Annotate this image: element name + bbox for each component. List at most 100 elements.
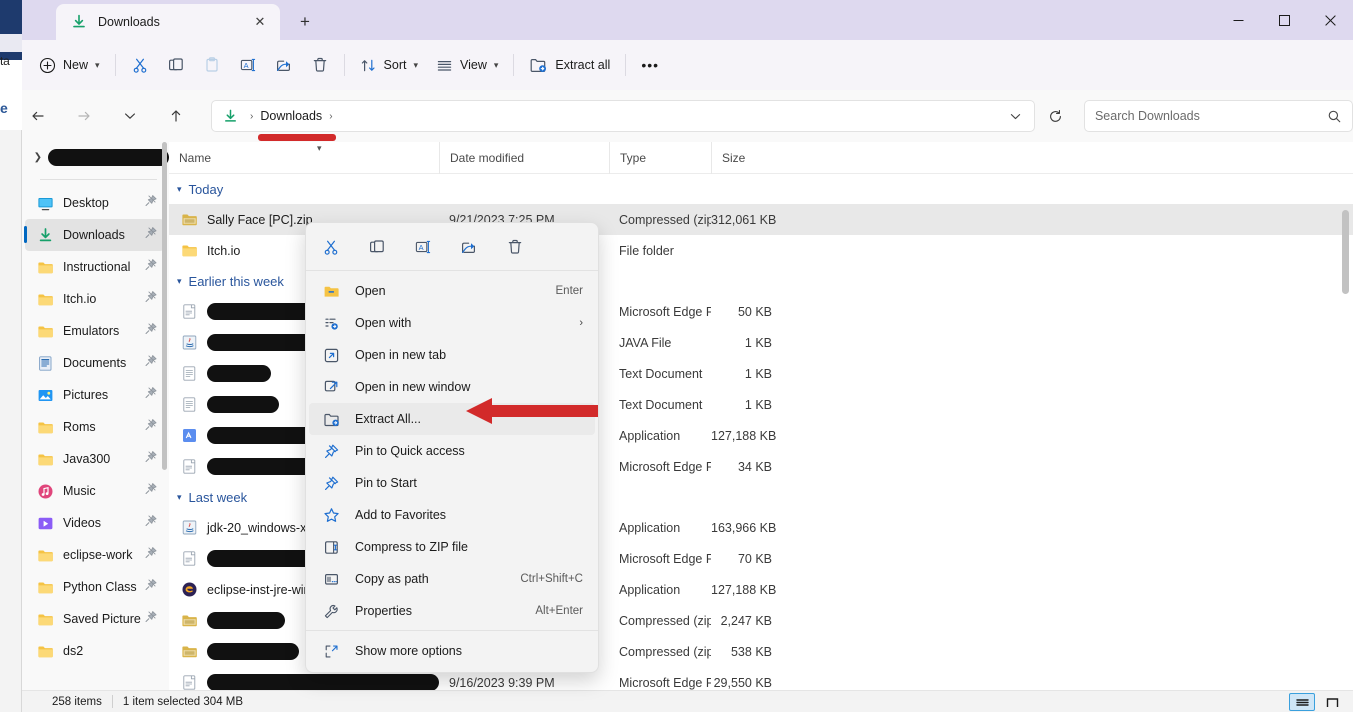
sidebar-item-videos[interactable]: Videos bbox=[25, 507, 164, 539]
cut-icon[interactable] bbox=[314, 232, 348, 262]
chevron-down-icon[interactable]: ▾ bbox=[177, 492, 182, 503]
context-menu-item-open-with[interactable]: Open with › bbox=[309, 307, 595, 339]
context-menu-item-open-in-new-window[interactable]: Open in new window bbox=[309, 371, 595, 403]
status-bar: 258 items 1 item selected 304 MB bbox=[22, 690, 1353, 712]
column-header-date-modified[interactable]: Date modified bbox=[439, 141, 609, 174]
sidebar-item-roms[interactable]: Roms bbox=[25, 411, 164, 443]
view-button[interactable]: View ▾ bbox=[427, 48, 507, 82]
search-box[interactable] bbox=[1083, 100, 1353, 132]
nav-scrollbar-track[interactable] bbox=[162, 142, 168, 690]
folder-icon bbox=[37, 291, 54, 308]
group-header[interactable]: ▾ Today bbox=[169, 174, 1353, 204]
pin-icon[interactable] bbox=[144, 290, 158, 308]
breadcrumb-separator: › bbox=[250, 110, 254, 122]
delete-icon[interactable] bbox=[498, 232, 532, 262]
sidebar-item-ds2[interactable]: ds2 bbox=[25, 635, 164, 667]
pin-icon[interactable] bbox=[144, 450, 158, 468]
pin-icon[interactable] bbox=[144, 418, 158, 436]
recent-locations-button[interactable] bbox=[114, 100, 146, 132]
list-scrollbar-track[interactable] bbox=[1342, 174, 1351, 690]
context-menu-item-copy-as-path[interactable]: Copy as path Ctrl+Shift+C bbox=[309, 563, 595, 595]
chevron-down-icon[interactable]: ▾ bbox=[177, 184, 182, 195]
sidebar-item-saved-picture[interactable]: Saved Picture bbox=[25, 603, 164, 635]
pin-icon[interactable] bbox=[144, 578, 158, 596]
sidebar-item-emulators[interactable]: Emulators bbox=[25, 315, 164, 347]
pin-icon[interactable] bbox=[144, 194, 158, 212]
maximize-button[interactable] bbox=[1261, 0, 1307, 40]
sidebar-item-music[interactable]: Music bbox=[25, 475, 164, 507]
context-menu-item-compress-to-zip-file[interactable]: Compress to ZIP file bbox=[309, 531, 595, 563]
copy-icon[interactable] bbox=[360, 232, 394, 262]
tab-downloads[interactable]: Downloads ✕ bbox=[56, 4, 280, 40]
minimize-button[interactable] bbox=[1215, 0, 1261, 40]
more-options-button[interactable]: ••• bbox=[632, 48, 668, 82]
pin-icon[interactable] bbox=[144, 354, 158, 372]
breadcrumb-separator-2[interactable]: › bbox=[322, 111, 339, 122]
list-scrollbar-thumb[interactable] bbox=[1342, 210, 1349, 294]
share-icon[interactable] bbox=[452, 232, 486, 262]
breadcrumb-dropdown-icon[interactable] bbox=[1000, 102, 1030, 130]
pin-icon[interactable] bbox=[144, 610, 158, 628]
search-input[interactable] bbox=[1094, 109, 1322, 123]
folder-icon bbox=[37, 579, 54, 596]
copy-button[interactable] bbox=[158, 48, 194, 82]
sidebar-item-eclipse-work[interactable]: eclipse-work bbox=[25, 539, 164, 571]
sidebar-item-downloads[interactable]: Downloads bbox=[24, 219, 164, 251]
back-button[interactable] bbox=[22, 100, 54, 132]
pin-icon[interactable] bbox=[144, 322, 158, 340]
context-menu-item-extract-all[interactable]: Extract All... bbox=[309, 403, 595, 435]
pin-icon[interactable] bbox=[144, 514, 158, 532]
pin-icon[interactable] bbox=[144, 386, 158, 404]
pin-icon[interactable] bbox=[144, 482, 158, 500]
sidebar-item-pictures[interactable]: Pictures bbox=[25, 379, 164, 411]
extract-all-button[interactable]: Extract all bbox=[520, 48, 619, 82]
refresh-button[interactable] bbox=[1041, 101, 1070, 131]
close-icon[interactable]: ✕ bbox=[248, 10, 272, 34]
new-button[interactable]: New ▾ bbox=[30, 48, 109, 82]
context-menu-item-pin-to-start[interactable]: Pin to Start bbox=[309, 467, 595, 499]
rename-icon[interactable]: A bbox=[406, 232, 440, 262]
rename-button[interactable]: A bbox=[230, 48, 266, 82]
sidebar-item-instructional[interactable]: Instructional bbox=[25, 251, 164, 283]
sidebar-item-python-class[interactable]: Python Class bbox=[25, 571, 164, 603]
context-menu-item-label: Open bbox=[355, 284, 386, 298]
column-header-size[interactable]: Size bbox=[711, 141, 786, 174]
context-menu-item-add-to-favorites[interactable]: Add to Favorites bbox=[309, 499, 595, 531]
context-menu-item-properties[interactable]: Properties Alt+Enter bbox=[309, 595, 595, 627]
up-button[interactable] bbox=[160, 100, 192, 132]
context-menu-item-pin-to-quick-access[interactable]: Pin to Quick access bbox=[309, 435, 595, 467]
new-tab-button[interactable]: + bbox=[292, 9, 318, 35]
share-icon bbox=[275, 56, 293, 74]
chevron-down-icon[interactable]: ▾ bbox=[177, 276, 182, 287]
show-more-options-item[interactable]: Show more options bbox=[309, 635, 595, 667]
context-menu-item-open-in-new-tab[interactable]: Open in new tab bbox=[309, 339, 595, 371]
context-menu-item-label: Open in new window bbox=[355, 380, 471, 394]
share-button[interactable] bbox=[266, 48, 302, 82]
breadcrumb[interactable]: › Downloads › bbox=[211, 100, 1036, 141]
chevron-right-icon[interactable]: ❯ bbox=[28, 152, 48, 163]
details-view-button[interactable] bbox=[1289, 693, 1315, 711]
context-menu-item-open[interactable]: Open Enter bbox=[309, 275, 595, 307]
paste-button[interactable] bbox=[194, 48, 230, 82]
nav-scrollbar-thumb[interactable] bbox=[162, 142, 167, 470]
sort-button[interactable]: Sort ▾ bbox=[351, 48, 427, 82]
nav-root-entry[interactable]: ❯ bbox=[22, 142, 169, 172]
zip-icon bbox=[181, 211, 198, 228]
delete-button[interactable] bbox=[302, 48, 338, 82]
column-header-type[interactable]: Type bbox=[609, 141, 711, 174]
sidebar-item-documents[interactable]: Documents bbox=[25, 347, 164, 379]
file-name-cell[interactable] bbox=[169, 674, 439, 691]
sidebar-item-desktop[interactable]: Desktop bbox=[25, 187, 164, 219]
java-icon bbox=[181, 519, 198, 536]
pin-icon[interactable] bbox=[144, 258, 158, 276]
window-close-button[interactable] bbox=[1307, 0, 1353, 40]
breadcrumb-item-downloads[interactable]: Downloads bbox=[260, 109, 322, 123]
sidebar-item-itch-io[interactable]: Itch.io bbox=[25, 283, 164, 315]
forward-button[interactable] bbox=[68, 100, 100, 132]
column-header-name[interactable]: Name ▾ bbox=[169, 142, 439, 174]
pin-icon[interactable] bbox=[144, 546, 158, 564]
pin-icon[interactable] bbox=[144, 226, 158, 244]
large-icons-view-button[interactable] bbox=[1319, 693, 1345, 711]
cut-button[interactable] bbox=[122, 48, 158, 82]
sidebar-item-java300[interactable]: Java300 bbox=[25, 443, 164, 475]
